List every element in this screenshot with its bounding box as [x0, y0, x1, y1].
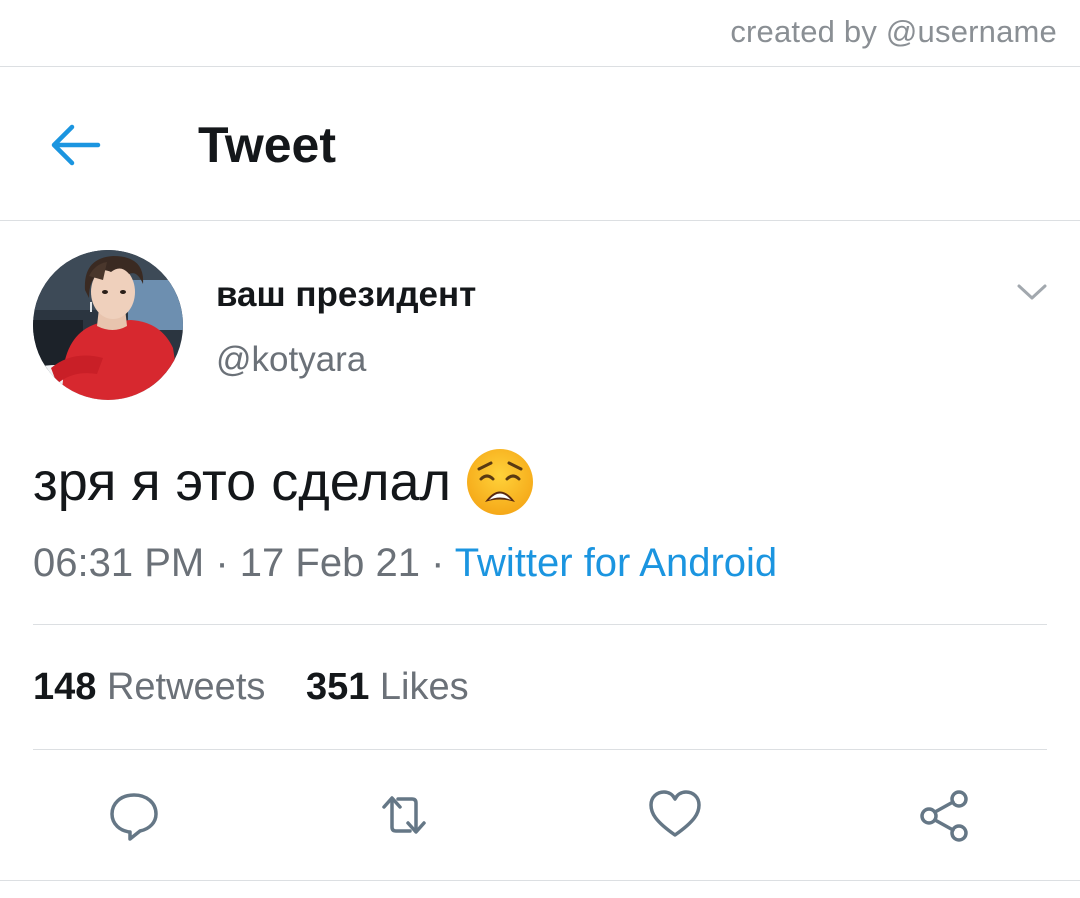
divider [0, 66, 1080, 67]
avatar[interactable] [33, 250, 183, 400]
chevron-down-icon[interactable] [1015, 280, 1049, 304]
retweets-stat[interactable]: 148 Retweets [33, 666, 265, 709]
likes-count: 351 [305, 666, 370, 708]
author-display-name[interactable]: ваш президент [216, 275, 476, 315]
meta-separator: · [431, 541, 445, 585]
tweet-stats: 148 Retweets 351 Likes [33, 666, 469, 709]
divider [33, 749, 1047, 750]
reply-icon[interactable] [106, 787, 162, 843]
like-icon[interactable] [647, 787, 703, 843]
tweet-source-link[interactable]: Twitter for Android [455, 541, 777, 585]
divider [0, 220, 1080, 221]
likes-stat[interactable]: 351 Likes [306, 666, 469, 709]
page-title: Tweet [198, 117, 336, 173]
tweet-date: 17 Feb 21 [239, 541, 420, 585]
arrow-left-icon[interactable] [50, 122, 102, 168]
weary-face-icon [465, 447, 535, 517]
watermark-credit: created by @username [730, 14, 1057, 49]
divider [0, 880, 1080, 881]
likes-label: Likes [379, 666, 469, 708]
meta-separator: · [215, 541, 229, 585]
tweet-meta: 06:31 PM · 17 Feb 21 · Twitter for Andro… [33, 541, 777, 586]
divider [33, 624, 1047, 625]
retweet-icon[interactable] [376, 787, 432, 843]
tweet-text: зря я это сделал [33, 447, 535, 517]
tweet-time: 06:31 PM [33, 541, 205, 585]
tweet-text-content: зря я это сделал [33, 452, 451, 512]
author-handle: @kotyara [216, 340, 367, 379]
retweets-label: Retweets [106, 666, 266, 708]
share-icon[interactable] [917, 787, 973, 843]
retweets-count: 148 [33, 666, 97, 708]
